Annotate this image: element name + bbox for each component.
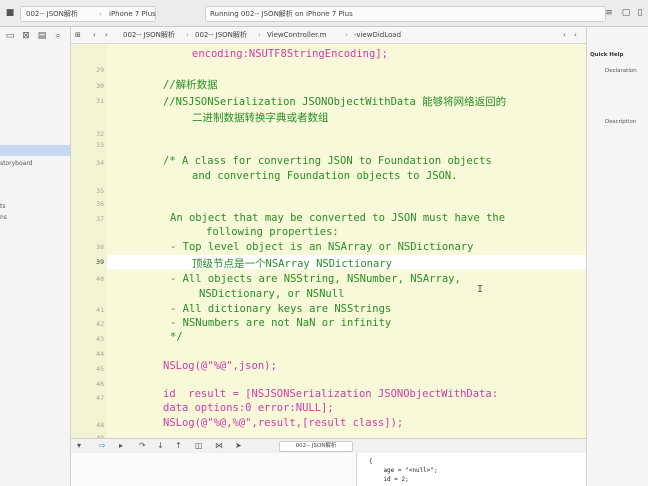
forward-icon[interactable]: ›: [105, 29, 108, 41]
scheme-project: 002-- JSON解析: [26, 10, 78, 18]
search-icon[interactable]: ⌕: [52, 30, 64, 42]
code-line: NSLog(@"%@,%@",result,[result class]);: [163, 417, 404, 429]
scheme-separator: ›: [99, 10, 102, 18]
line-number: 43: [96, 335, 104, 343]
code-comment: */: [170, 331, 183, 343]
view-hierarchy-icon[interactable]: ◫: [195, 440, 203, 452]
scheme-selector[interactable]: 002-- JSON解析 › iPhone 7 Plus: [20, 6, 156, 22]
line-number: 48: [96, 421, 104, 429]
inspector-title: Quick Help: [590, 52, 624, 58]
folder-icon[interactable]: ▭: [4, 30, 16, 42]
code-comment: 二进制数据转换字典或者数组: [192, 112, 329, 124]
console-line: id = 2;: [369, 476, 409, 483]
code-comment: /* A class for converting JSON to Founda…: [163, 155, 492, 167]
line-number: 31: [96, 97, 104, 105]
window-toolbar: ■ 002-- JSON解析 › iPhone 7 Plus Running 0…: [0, 0, 648, 27]
code-comment: //NSJSONSerialization JSONObjectWithData…: [163, 96, 507, 108]
code-line: encoding:NSUTF8StringEncoding];: [192, 48, 388, 60]
inspector-toggle-icon[interactable]: ▯: [634, 7, 646, 19]
code-comment-current: 顶级节点是一个NSArray NSDictionary: [192, 258, 392, 270]
nav-item[interactable]: ts: [0, 203, 5, 210]
hide-debug-icon[interactable]: ▾: [77, 440, 81, 452]
continue-icon[interactable]: ▸: [119, 440, 123, 452]
step-in-icon[interactable]: ↓: [157, 440, 164, 452]
memory-graph-icon[interactable]: ⋈: [215, 440, 223, 452]
code-comment: - All objects are NSString, NSNumber, NS…: [170, 273, 461, 285]
console-output[interactable]: { age = "<null>"; id = 2;: [357, 453, 586, 486]
line-number: 33: [96, 141, 104, 149]
code-line: data options:0 error:NULL];: [163, 402, 334, 414]
breadcrumb-separator: ›: [186, 31, 189, 39]
code-line: id result = [NSJSONSerialization JSONObj…: [163, 388, 499, 400]
line-number: 36: [96, 200, 104, 208]
nav-selected-row[interactable]: [0, 145, 70, 156]
code-comment: //解析数据: [163, 79, 218, 91]
source-control-icon[interactable]: ⊠: [20, 30, 32, 42]
back-icon[interactable]: ‹: [93, 29, 96, 41]
breakpoints-icon[interactable]: ⇨: [99, 440, 106, 452]
panel-toggle-icon[interactable]: ▢: [620, 7, 632, 19]
step-over-icon[interactable]: ↷: [139, 440, 146, 452]
scheme-device: iPhone 7 Plus: [109, 10, 156, 18]
inspector-declaration-label: Declaration: [605, 68, 637, 74]
line-number: 45: [96, 365, 104, 373]
step-out-icon[interactable]: ↑: [175, 440, 182, 452]
breadcrumb-method[interactable]: -viewDidLoad: [354, 29, 401, 41]
quick-help-inspector: Quick Help Declaration Description: [586, 27, 648, 486]
jump-next-icon[interactable]: ›: [563, 29, 566, 41]
line-number: 35: [96, 187, 104, 195]
inspector-description-label: Description: [605, 119, 637, 125]
related-items-icon[interactable]: ⊞: [75, 29, 81, 41]
line-number: 47: [96, 394, 104, 402]
editor-mode-icon[interactable]: ≡: [603, 7, 615, 19]
line-number: 30: [96, 82, 104, 90]
code-comment: - All dictionary keys are NSStrings: [170, 303, 392, 315]
line-number: 32: [96, 130, 104, 138]
breadcrumb-group[interactable]: 002-- JSON解析: [195, 29, 247, 41]
line-number: 46: [96, 380, 104, 388]
breadcrumb-separator: ›: [345, 31, 348, 39]
code-comment: An object that may be converted to JSON …: [170, 212, 506, 224]
jump-prev-icon[interactable]: ‹: [574, 29, 577, 41]
line-number: 44: [96, 350, 104, 358]
code-comment: NSDictionary, or NSNull: [199, 288, 345, 300]
symbol-icon[interactable]: ▤: [36, 30, 48, 42]
console-line: {: [369, 458, 373, 465]
code-comment: and converting Foundation objects to JSO…: [192, 170, 458, 182]
activity-status: Running 002-- JSON解析 on iPhone 7 Plus: [205, 6, 606, 22]
project-navigator: ▭ ⊠ ▤ ⌕ storyboard ts ns: [0, 27, 71, 486]
line-number: 41: [96, 306, 104, 314]
line-number: 29: [96, 66, 104, 74]
line-number-current: 39: [96, 258, 104, 266]
breadcrumb-file[interactable]: ViewController.m: [267, 29, 326, 41]
jump-bar: ⊞ ‹ › 002-- JSON解析 › 002-- JSON解析 › View…: [71, 27, 586, 44]
nav-item[interactable]: ns: [0, 214, 7, 221]
code-editor[interactable]: 29 30 31 32 33 34 35 36 37 38 39 40 41 4…: [71, 44, 586, 438]
nav-item[interactable]: storyboard: [0, 160, 33, 167]
code-comment: - NSNumbers are not NaN or infinity: [170, 317, 392, 329]
line-number: 37: [96, 215, 104, 223]
line-number: 42: [96, 320, 104, 328]
debug-bar: ▾ ⇨ ▸ ↷ ↓ ↑ ◫ ⋈ ➤ 002-- JSON解析: [71, 438, 586, 453]
code-comment: following properties:: [206, 226, 339, 238]
variables-view[interactable]: [71, 453, 357, 486]
console-line: age = "<null>";: [369, 467, 438, 474]
simulate-location-icon[interactable]: ➤: [235, 440, 242, 452]
line-number: 40: [96, 275, 104, 283]
breadcrumb-separator: ›: [258, 31, 261, 39]
debug-target[interactable]: 002-- JSON解析: [279, 441, 353, 452]
code-comment: - Top level object is an NSArray or NSDi…: [170, 241, 474, 253]
line-number: 34: [96, 159, 104, 167]
stop-icon[interactable]: ■: [4, 7, 16, 19]
line-number: 38: [96, 243, 104, 251]
code-line: NSLog(@"%@",json);: [163, 360, 277, 372]
breadcrumb-project[interactable]: 002-- JSON解析: [123, 29, 175, 41]
text-cursor-icon: I: [477, 284, 484, 295]
